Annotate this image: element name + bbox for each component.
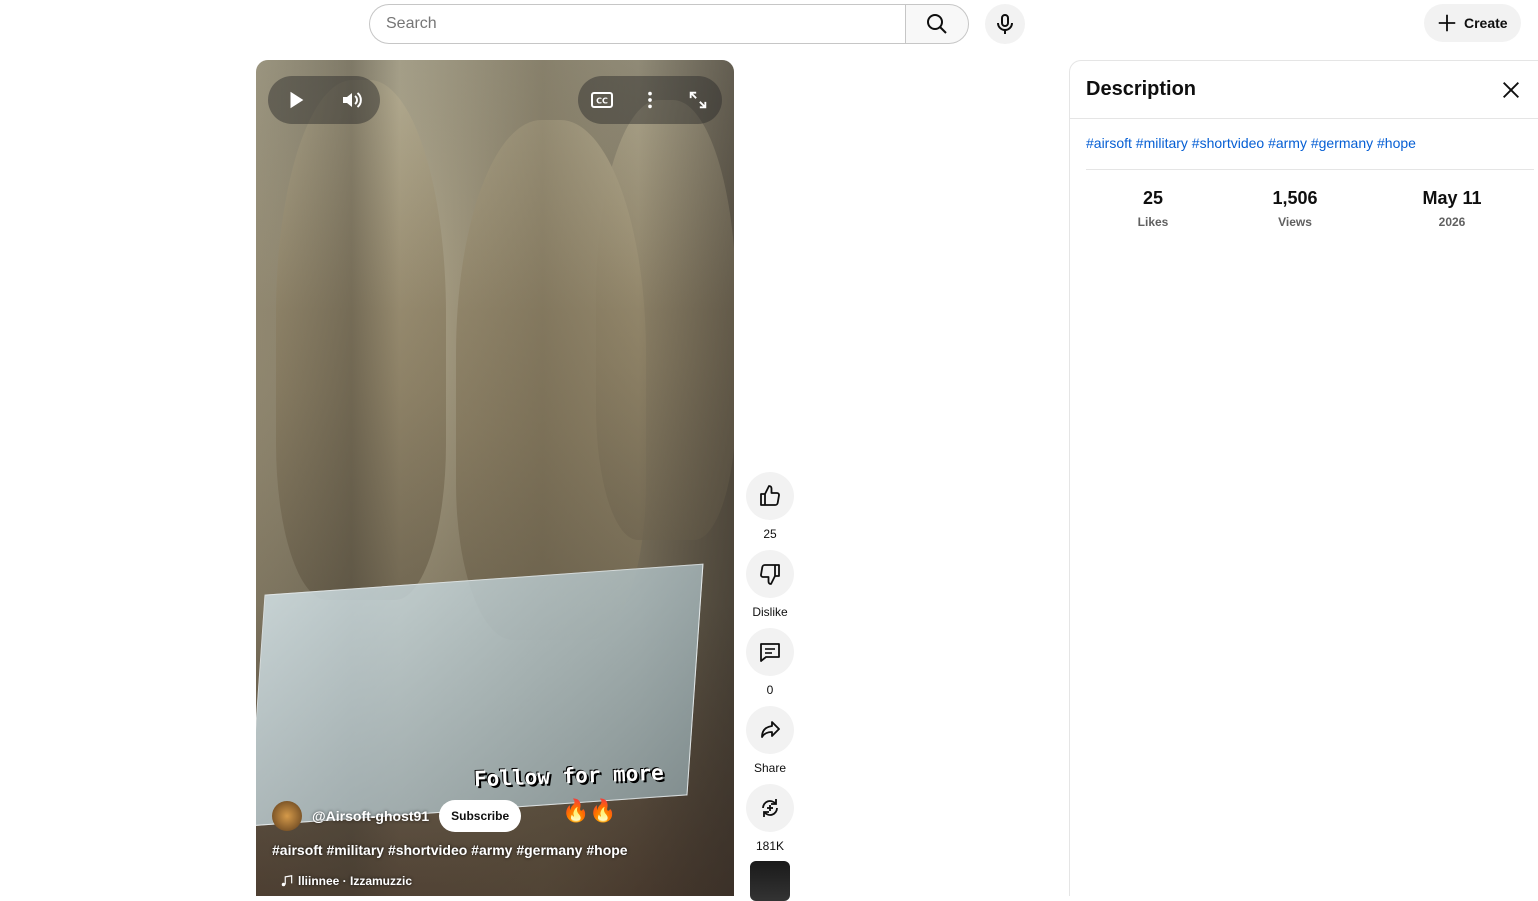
description-stats: 25 Likes 1,506 Views May 11 2026 (1086, 170, 1538, 229)
more-vert-icon (648, 91, 652, 109)
search-box[interactable] (369, 4, 906, 44)
stat-date: May 11 2026 (1370, 188, 1534, 229)
subscribe-button[interactable]: Subscribe (439, 800, 522, 832)
action-bar: 25 Dislike 0 Share 181K (746, 472, 794, 862)
search-button[interactable] (905, 4, 969, 44)
share-button[interactable] (746, 706, 794, 754)
expand-icon (689, 91, 707, 109)
top-bar: Create (0, 0, 1538, 56)
share-action: Share (746, 706, 794, 776)
closed-captions-icon: CC (591, 92, 613, 108)
comment-count: 0 (766, 683, 774, 697)
create-label: Create (1464, 15, 1508, 31)
create-button[interactable]: Create (1424, 4, 1521, 42)
description-title: Description (1086, 78, 1197, 100)
share-icon (761, 721, 780, 738)
stat-value: 25 (1142, 188, 1164, 208)
next-video-thumbnail[interactable] (750, 861, 790, 901)
channel-row: @Airsoft-ghost91 Subscribe (272, 800, 522, 832)
volume-icon (343, 92, 362, 108)
share-label: Share (753, 761, 787, 775)
stat-value: May 11 (1422, 188, 1482, 208)
remix-icon (762, 799, 778, 817)
captions-button[interactable]: CC (582, 80, 622, 120)
like-count: 25 (763, 527, 777, 541)
search-icon (927, 14, 947, 34)
like-button[interactable] (746, 472, 794, 520)
remix-action: 181K (746, 784, 794, 854)
fullscreen-button[interactable] (678, 80, 718, 120)
play-button[interactable] (276, 80, 316, 120)
play-icon (290, 91, 304, 109)
channel-avatar[interactable] (272, 801, 302, 831)
comment-icon (760, 643, 780, 662)
microphone-icon (997, 14, 1013, 34)
player-options: CC (578, 76, 722, 124)
more-options-button[interactable] (630, 80, 670, 120)
channel-name[interactable]: @Airsoft-ghost91 (312, 808, 429, 824)
description-panel: Description #airsoft #military #shortvid… (1069, 60, 1538, 896)
stat-value: 1,506 (1272, 188, 1318, 208)
comment-action: 0 (746, 628, 794, 698)
video-title[interactable]: #airsoft #military #shortvideo #army #ge… (272, 842, 628, 858)
video-player[interactable]: CC Follow for more 🔥🔥 @Airsoft-ghost91 S… (256, 60, 734, 896)
remix-button[interactable] (746, 784, 794, 832)
music-label: lliinnee · Izzamuzzic (298, 874, 413, 888)
stat-label: Views (1278, 215, 1312, 229)
video-overlay-emoji: 🔥🔥 (562, 798, 617, 823)
like-action: 25 (746, 472, 794, 542)
comments-button[interactable] (746, 628, 794, 676)
stat-views: 1,506 Views (1220, 188, 1370, 229)
dislike-label: Dislike (752, 605, 788, 619)
plus-icon (1438, 14, 1456, 32)
close-icon (1503, 81, 1519, 98)
description-hashtags[interactable]: #airsoft #military #shortvideo #army #ge… (1086, 119, 1534, 170)
description-header: Description (1070, 61, 1538, 119)
voice-search-button[interactable] (985, 4, 1025, 44)
thumbs-down-icon (760, 564, 780, 585)
stat-likes: 25 Likes (1086, 188, 1220, 229)
music-row[interactable]: lliinnee · Izzamuzzic (280, 874, 412, 888)
volume-button[interactable] (332, 80, 372, 120)
playback-controls (268, 76, 380, 124)
search-input[interactable] (386, 15, 906, 33)
stat-label: Likes (1137, 215, 1169, 229)
thumbs-up-icon (760, 485, 780, 506)
stat-label: 2026 (1438, 215, 1466, 229)
remix-count: 181K (755, 839, 785, 853)
dislike-action: Dislike (746, 550, 794, 620)
close-description-button[interactable] (1496, 75, 1526, 105)
dislike-button[interactable] (746, 550, 794, 598)
music-note-icon (281, 875, 293, 887)
svg-text:CC: CC (596, 97, 608, 106)
